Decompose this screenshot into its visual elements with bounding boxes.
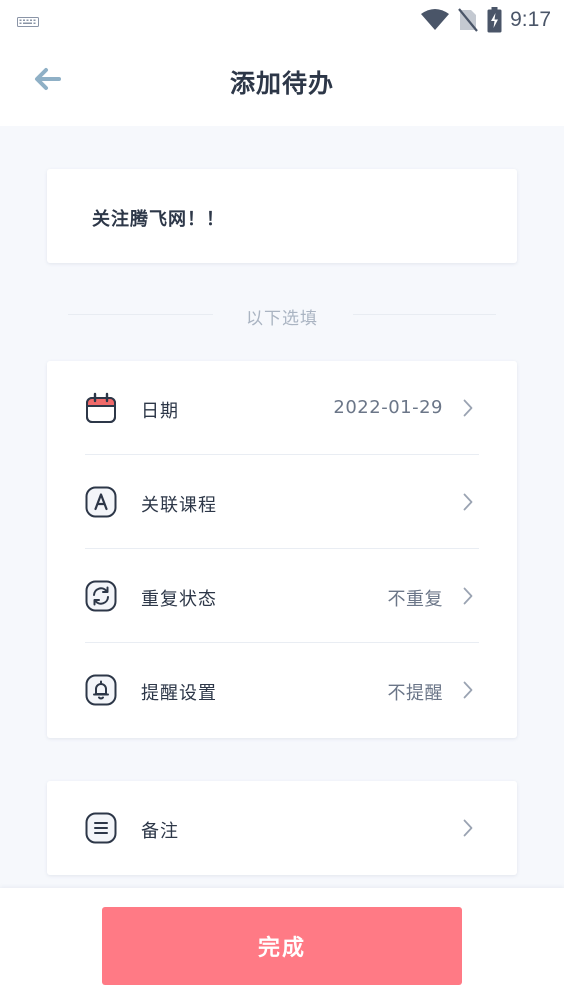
option-row-date[interactable]: 日期 2022-01-29 bbox=[47, 361, 517, 455]
optional-section-divider: 以下选填 bbox=[68, 300, 496, 330]
keyboard-icon bbox=[17, 12, 39, 31]
todo-title-card[interactable]: 关注腾飞网！！ bbox=[47, 169, 517, 263]
no-sim-icon bbox=[458, 8, 478, 32]
wifi-icon bbox=[420, 9, 450, 31]
option-row-reminder[interactable]: 提醒设置 不提醒 bbox=[47, 643, 517, 737]
calendar-icon bbox=[85, 392, 117, 424]
option-label: 备注 bbox=[141, 821, 179, 842]
option-label: 日期 bbox=[141, 401, 179, 422]
notes-card: 备注 bbox=[47, 781, 517, 875]
option-row-notes[interactable]: 备注 bbox=[47, 781, 517, 875]
status-time: 9:17 bbox=[510, 8, 551, 31]
chevron-right-icon bbox=[463, 681, 473, 703]
option-row-repeat[interactable]: 重复状态 不重复 bbox=[47, 549, 517, 643]
repeat-icon bbox=[85, 580, 117, 612]
option-value: 2022-01-29 bbox=[333, 397, 443, 418]
letter-a-icon bbox=[85, 486, 117, 518]
option-row-course[interactable]: 关联课程 bbox=[47, 455, 517, 549]
divider-label: 以下选填 bbox=[246, 309, 318, 329]
notes-icon bbox=[85, 812, 117, 844]
chevron-right-icon bbox=[463, 493, 473, 515]
chevron-right-icon bbox=[463, 819, 473, 841]
chevron-right-icon bbox=[463, 399, 473, 421]
option-value: 不重复 bbox=[387, 589, 443, 610]
options-card: 日期 2022-01-29 关联课程 重复状态 不重复 提醒设置 不提醒 bbox=[47, 361, 517, 738]
option-value: 不提醒 bbox=[387, 683, 443, 704]
battery-charging-icon bbox=[487, 7, 502, 33]
option-label: 关联课程 bbox=[141, 495, 217, 516]
page-title: 添加待办 bbox=[229, 69, 334, 98]
chevron-right-icon bbox=[463, 587, 473, 609]
option-label: 提醒设置 bbox=[141, 683, 217, 704]
option-label: 重复状态 bbox=[141, 589, 217, 610]
divider-line bbox=[353, 314, 496, 315]
bottom-bar: 完成 bbox=[0, 888, 564, 1002]
done-button[interactable]: 完成 bbox=[102, 907, 462, 985]
status-bar: 9:17 bbox=[0, 0, 564, 40]
todo-title-input[interactable]: 关注腾飞网！！ bbox=[92, 205, 225, 231]
app-header: 添加待办 bbox=[0, 40, 564, 126]
bell-icon bbox=[85, 674, 117, 706]
